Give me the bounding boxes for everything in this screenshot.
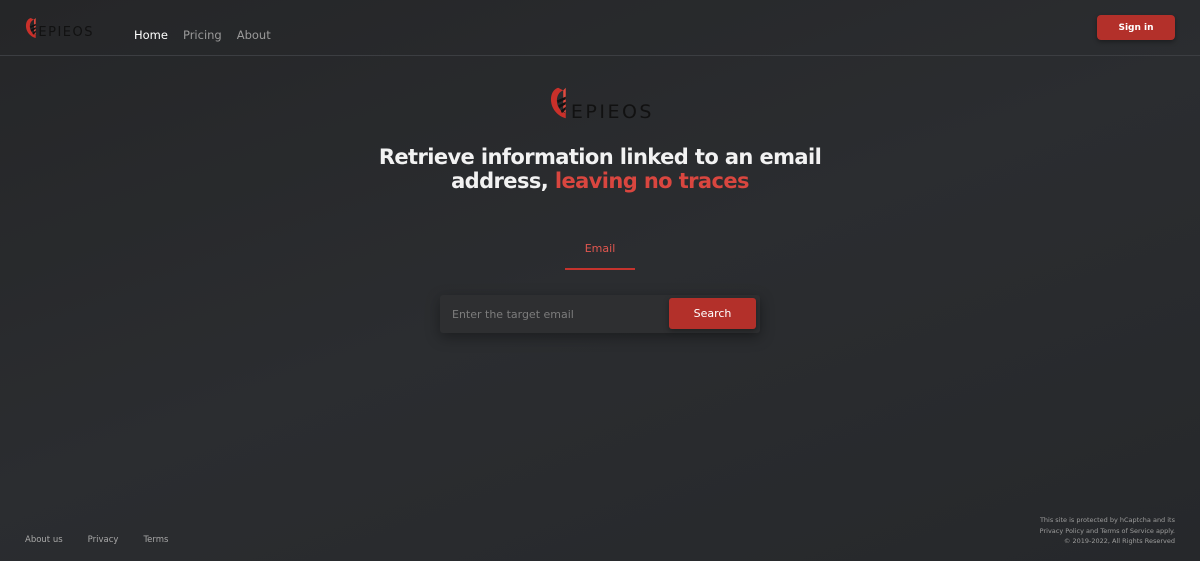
page-headline: Retrieve information linked to an email … xyxy=(330,145,870,193)
footer-link-about-us[interactable]: About us xyxy=(25,535,63,545)
search-button[interactable]: Search xyxy=(669,298,756,329)
captcha-notice-line2: Privacy Policy and Terms of Service appl… xyxy=(1039,526,1175,535)
copyright: © 2019-2022, All Rights Reserved xyxy=(1063,537,1175,545)
footer-link-terms[interactable]: Terms xyxy=(143,535,168,545)
tab-email[interactable]: Email xyxy=(565,242,635,270)
hero-logo: EPIEOS xyxy=(548,80,654,124)
hero-logo-text: EPIEOS xyxy=(570,101,654,123)
footer-legal: This site is protected by hCaptcha and i… xyxy=(975,515,1175,547)
nav-about[interactable]: About xyxy=(237,28,271,42)
email-search-input[interactable] xyxy=(440,295,666,333)
captcha-notice-line1: This site is protected by hCaptcha and i… xyxy=(1039,516,1175,524)
search-bar: Search xyxy=(440,295,760,333)
top-bar: EPIEOS Home Pricing About Sign in xyxy=(0,0,1200,56)
brand-name: EPIEOS xyxy=(38,24,94,40)
nav-home[interactable]: Home xyxy=(134,28,168,42)
main-nav: Home Pricing About xyxy=(134,28,286,42)
nav-pricing[interactable]: Pricing xyxy=(183,28,222,42)
footer-links: About us Privacy Terms xyxy=(25,535,193,545)
brand-logo[interactable]: EPIEOS xyxy=(24,14,94,42)
footer-link-privacy[interactable]: Privacy xyxy=(88,535,119,545)
headline-accent: leaving no traces xyxy=(554,169,750,193)
sign-in-button[interactable]: Sign in xyxy=(1097,15,1175,40)
